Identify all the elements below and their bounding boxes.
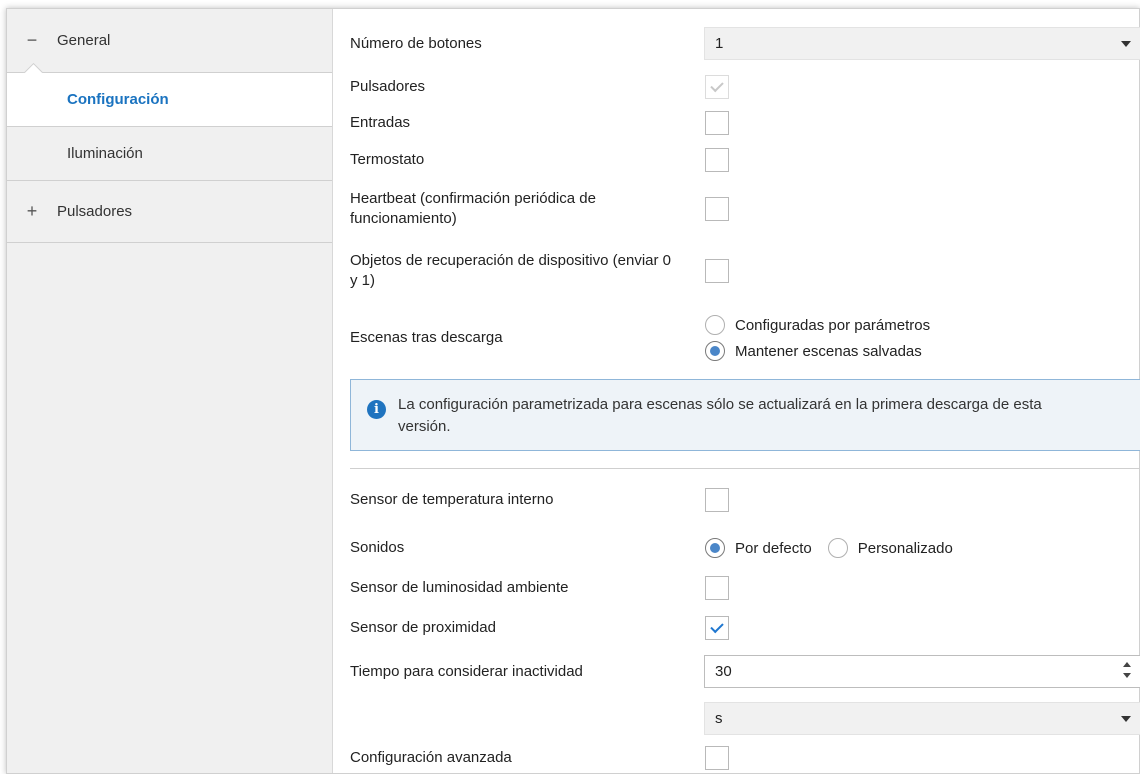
collapse-icon[interactable]: −: [7, 30, 57, 51]
arrow-up-icon[interactable]: [1123, 662, 1131, 667]
objetos-recuperacion-checkbox[interactable]: [705, 259, 729, 283]
sidebar-item-configuracion[interactable]: Configuración: [7, 73, 332, 127]
app-window: − General Configuración Iluminación + Pu…: [6, 8, 1140, 774]
sidebar-group-pulsadores[interactable]: + Pulsadores: [7, 181, 332, 243]
sidebar-group-label: Pulsadores: [57, 203, 133, 220]
sonidos-radio-group: Por defecto Personalizado: [705, 538, 953, 558]
chevron-down-icon: [1121, 716, 1131, 722]
radio-option[interactable]: Configuradas por parámetros: [705, 315, 930, 335]
sidebar-group-general[interactable]: − General: [7, 9, 332, 73]
expand-icon[interactable]: +: [7, 201, 57, 222]
row-sonidos: Sonidos Por defecto Personalizado: [350, 535, 1139, 561]
info-box: i La configuración parametrizada para es…: [350, 379, 1140, 451]
field-label: Objetos de recuperación de dispositivo (…: [350, 252, 672, 289]
field-label: Número de botones: [350, 34, 482, 52]
input-value: 30: [715, 663, 732, 680]
arrow-down-icon[interactable]: [1123, 673, 1131, 678]
sidebar-item-iluminacion[interactable]: Iluminación: [7, 127, 332, 181]
parameters-panel: Número de botones 1 Pulsadores Entradas …: [334, 9, 1140, 773]
heartbeat-checkbox[interactable]: [705, 197, 729, 221]
radio-dot: [710, 543, 720, 553]
entradas-checkbox[interactable]: [705, 111, 729, 135]
sidebar: − General Configuración Iluminación + Pu…: [7, 9, 333, 773]
sensor-proximidad-checkbox[interactable]: [705, 616, 729, 640]
row-configuracion-avanzada: Configuración avanzada: [350, 745, 1139, 771]
info-text: La configuración parametrizada para esce…: [398, 396, 1042, 435]
numero-botones-select[interactable]: 1: [704, 27, 1140, 60]
field-label: Escenas tras descarga: [350, 329, 503, 346]
tree-notch: [23, 63, 43, 73]
spinner-arrows-icon[interactable]: [1123, 662, 1133, 682]
row-objetos-recuperacion: Objetos de recuperación de dispositivo (…: [350, 249, 1139, 293]
info-icon: i: [367, 400, 386, 419]
select-value: 1: [715, 35, 724, 52]
radio-label: Por defecto: [735, 539, 812, 557]
row-escenas: Escenas tras descarga Configuradas por p…: [350, 311, 1139, 365]
chevron-down-icon: [1121, 41, 1131, 47]
radio-personalizado[interactable]: [827, 538, 848, 558]
radio-dot: [710, 346, 720, 356]
row-pulsadores: Pulsadores: [350, 74, 1139, 100]
section-divider: [350, 468, 1140, 469]
row-sensor-luminosidad: Sensor de luminosidad ambiente: [350, 575, 1139, 601]
check-icon: [710, 78, 724, 93]
field-label: Termostato: [350, 151, 425, 168]
radio-label: Personalizado: [857, 539, 953, 557]
radio-por-defecto[interactable]: [705, 538, 725, 558]
row-sensor-proximidad: Sensor de proximidad: [350, 615, 1139, 641]
pulsadores-checkbox[interactable]: [705, 75, 729, 99]
radio-label: Mantener escenas salvadas: [735, 342, 922, 360]
field-label: Sensor de proximidad: [350, 619, 496, 636]
escenas-radio-group: Configuradas por parámetros Mantener esc…: [705, 315, 930, 361]
configuracion-avanzada-checkbox[interactable]: [705, 746, 729, 770]
sensor-luminosidad-checkbox[interactable]: [705, 576, 729, 600]
radio-option[interactable]: Mantener escenas salvadas: [705, 341, 930, 361]
radio-configuradas[interactable]: [705, 315, 725, 335]
field-label: Sensor de temperatura interno: [350, 491, 554, 508]
sidebar-group-label: General: [57, 32, 111, 49]
field-label: Pulsadores: [350, 78, 426, 95]
select-value: s: [715, 710, 723, 727]
field-label: Heartbeat (confirmación periódica de fun…: [350, 190, 596, 227]
field-label: Configuración avanzada: [350, 749, 512, 766]
sensor-temperatura-checkbox[interactable]: [705, 488, 729, 512]
row-termostato: Termostato: [350, 147, 1139, 173]
unidad-tiempo-select[interactable]: s: [704, 702, 1140, 735]
tiempo-inactividad-input[interactable]: 30: [704, 655, 1140, 688]
row-sensor-temperatura: Sensor de temperatura interno: [350, 487, 1139, 513]
field-label: Sensor de luminosidad ambiente: [350, 579, 569, 596]
check-icon: [710, 619, 724, 634]
termostato-checkbox[interactable]: [705, 148, 729, 172]
row-entradas: Entradas: [350, 110, 1139, 136]
radio-mantener[interactable]: [705, 341, 725, 361]
field-label: Sonidos: [350, 539, 405, 556]
field-label: Tiempo para considerar inactividad: [350, 662, 583, 680]
row-heartbeat: Heartbeat (confirmación periódica de fun…: [350, 187, 1139, 231]
radio-label: Configuradas por parámetros: [735, 316, 931, 334]
field-label: Entradas: [350, 114, 411, 131]
